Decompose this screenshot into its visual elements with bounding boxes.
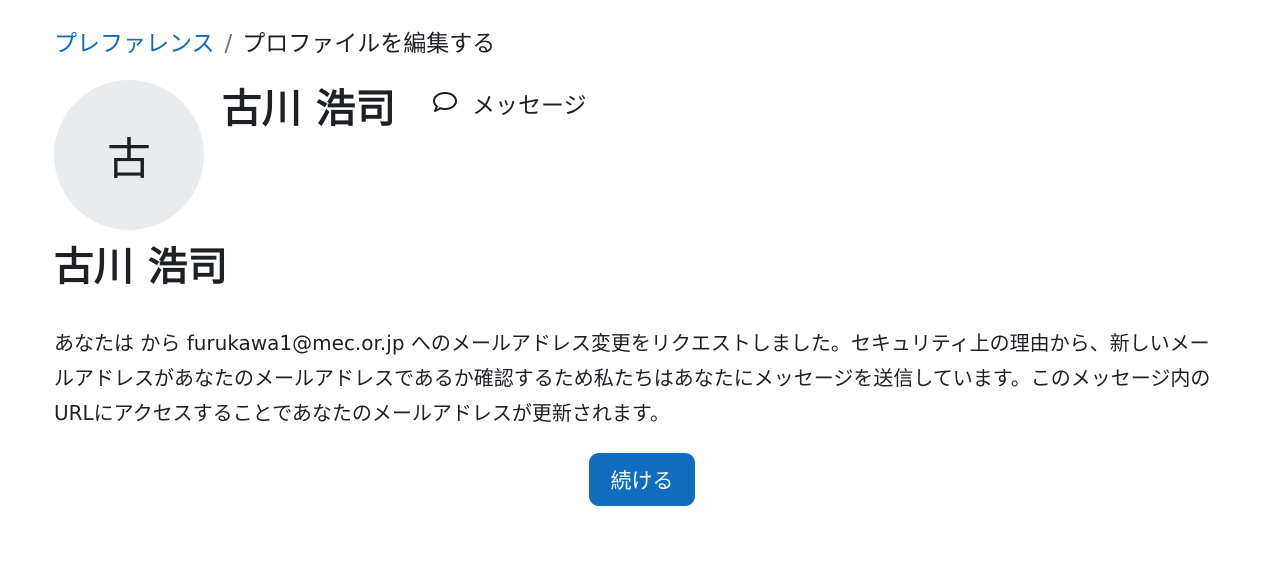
avatar: 古 [54, 80, 204, 230]
breadcrumb: プレファレンス / プロファイルを編集する [54, 28, 495, 60]
avatar-initial: 古 [107, 134, 151, 185]
continue-button[interactable]: 続ける [589, 453, 695, 506]
breadcrumb-current-edit-profile: プロファイルを編集する [242, 31, 496, 57]
message-label: メッセージ [472, 93, 587, 119]
breadcrumb-separator: / [224, 31, 233, 57]
page-title: 古川 浩司 [54, 244, 228, 290]
email-change-message: あなたは から furukawa1@mec.or.jp へのメールアドレス変更を… [54, 331, 1211, 425]
profile-name: 古川 浩司 [222, 86, 396, 132]
chat-bubble-icon [432, 90, 472, 122]
message-button[interactable]: メッセージ [432, 90, 587, 122]
breadcrumb-link-preferences[interactable]: プレファレンス [54, 31, 215, 57]
